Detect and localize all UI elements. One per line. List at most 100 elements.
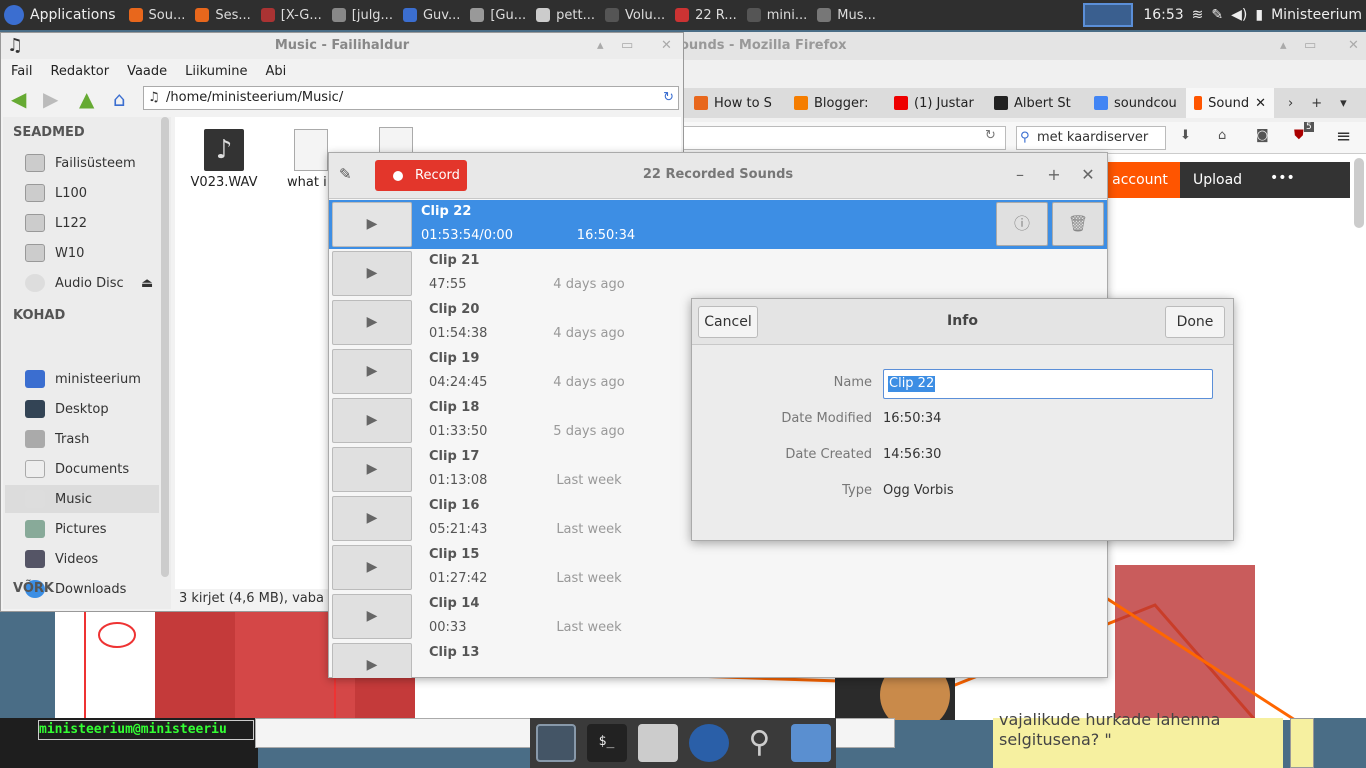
cancel-button[interactable]: Cancel xyxy=(698,306,758,338)
menu-item[interactable]: Abi xyxy=(266,64,287,79)
desktop-icon[interactable] xyxy=(535,724,576,762)
close-icon[interactable]: ✕ xyxy=(1078,165,1098,185)
new-tab-icon[interactable]: + xyxy=(1311,96,1322,111)
sidebar-item-device[interactable]: W10 xyxy=(5,239,159,267)
browser-tab[interactable]: Blogger: xyxy=(786,88,886,118)
maximize-icon[interactable]: ▭ xyxy=(621,33,633,59)
sticky-note[interactable]: vajalikude hurkade lahenna selgitusena? … xyxy=(993,710,1283,768)
account-button[interactable]: account xyxy=(1100,162,1180,198)
browser-tab[interactable]: How to S xyxy=(686,88,786,118)
play-button[interactable]: ▶ xyxy=(332,202,412,247)
taskbar-button[interactable]: 22 R... xyxy=(670,0,742,30)
play-button[interactable]: ▶ xyxy=(332,496,412,541)
reload-icon[interactable]: ↻ xyxy=(663,87,674,109)
home-folder-icon[interactable] xyxy=(637,724,678,762)
minimize-icon[interactable]: ▴ xyxy=(1280,32,1287,60)
battery-icon[interactable]: ▮ xyxy=(1255,7,1263,23)
file-item[interactable]: ♪ V023.WAV xyxy=(189,129,259,190)
more-icon[interactable]: ••• xyxy=(1270,170,1295,186)
play-button[interactable]: ▶ xyxy=(332,643,412,678)
upload-link[interactable]: Upload xyxy=(1193,172,1242,188)
ublock-icon[interactable]: ⛊ xyxy=(1294,128,1304,143)
browser-tab[interactable]: (1) Justar xyxy=(886,88,986,118)
search-icon[interactable]: ⚲ xyxy=(740,724,780,762)
back-icon[interactable]: ◀ xyxy=(11,87,26,111)
pocket-icon[interactable]: ◙ xyxy=(1256,128,1269,143)
close-tab-icon[interactable]: ✕ xyxy=(1255,96,1266,111)
taskbar-button[interactable]: pett... xyxy=(531,0,600,30)
firefox-scrollbar[interactable] xyxy=(1354,158,1364,228)
info-button[interactable]: ⓘ xyxy=(996,202,1048,246)
reload-icon[interactable]: ↻ xyxy=(985,128,996,143)
clip-row[interactable]: ▶ Clip 13 xyxy=(329,641,1107,678)
minimize-icon[interactable]: ▴ xyxy=(597,33,604,59)
taskbar-button[interactable]: Volu... xyxy=(600,0,670,30)
home-icon[interactable]: ⌂ xyxy=(113,87,126,111)
sidebar-item-place[interactable]: ministeerium xyxy=(5,365,159,393)
close-icon[interactable]: ✕ xyxy=(1348,32,1359,60)
sidebar-item-place[interactable]: Videos xyxy=(5,545,159,573)
up-icon[interactable]: ▲ xyxy=(79,87,94,111)
sidebar-item-device[interactable]: Audio Disc ⏏ xyxy=(5,269,159,297)
volume-icon[interactable]: ◀) xyxy=(1231,7,1247,23)
browser-tab[interactable]: Sound ✕ xyxy=(1186,88,1274,118)
sidebar-item-device[interactable]: Failisüsteem xyxy=(5,149,159,177)
clip-row[interactable]: ▶ Clip 15 01:27:42 Last week xyxy=(329,543,1107,592)
maximize-icon[interactable]: + xyxy=(1044,165,1064,185)
sidebar-item-place[interactable]: Pictures xyxy=(5,515,159,543)
download-icon[interactable]: ⬇ xyxy=(1180,128,1191,143)
sidebar-item-place[interactable]: Desktop xyxy=(5,395,159,423)
menu-item[interactable]: Fail xyxy=(11,64,32,79)
scroll-tabs-icon[interactable]: › xyxy=(1288,96,1293,111)
user-menu[interactable]: Ministeerium xyxy=(1271,7,1362,23)
done-button[interactable]: Done xyxy=(1165,306,1225,338)
taskbar-button[interactable]: Sou... xyxy=(124,0,191,30)
browser-tab[interactable]: Albert St xyxy=(986,88,1086,118)
terminal-icon[interactable]: $_ xyxy=(586,724,627,762)
note-scrollbar[interactable] xyxy=(1290,718,1314,768)
play-button[interactable]: ▶ xyxy=(332,594,412,639)
play-button[interactable]: ▶ xyxy=(332,349,412,394)
taskbar-button[interactable]: Guv... xyxy=(398,0,465,30)
record-button[interactable]: Record xyxy=(375,160,467,191)
play-button[interactable]: ▶ xyxy=(332,398,412,443)
files-folder-icon[interactable] xyxy=(790,724,831,762)
web-browser-icon[interactable] xyxy=(688,724,729,762)
menu-item[interactable]: Vaade xyxy=(127,64,167,79)
applications-menu[interactable]: Applications xyxy=(0,0,124,30)
sidebar-item-place[interactable]: Trash xyxy=(5,425,159,453)
delete-button[interactable]: 🗑 xyxy=(1052,202,1104,246)
taskbar-button[interactable]: Ses... xyxy=(190,0,255,30)
path-bar[interactable]: ♫ /home/ministeerium/Music/ ↻ xyxy=(143,86,679,110)
menu-item[interactable]: Redaktor xyxy=(50,64,109,79)
play-button[interactable]: ▶ xyxy=(332,447,412,492)
workspace-switcher[interactable] xyxy=(1083,3,1134,27)
tab-list-icon[interactable]: ▾ xyxy=(1340,96,1347,111)
sidebar-item-place[interactable]: Music xyxy=(5,485,159,513)
forward-icon[interactable]: ▶ xyxy=(43,87,58,111)
home-icon[interactable]: ⌂ xyxy=(1218,128,1226,143)
taskbar-button[interactable]: [Gu... xyxy=(465,0,531,30)
sidebar-item-device[interactable]: L122 xyxy=(5,209,159,237)
eject-icon[interactable]: ⏏ xyxy=(141,276,153,291)
play-button[interactable]: ▶ xyxy=(332,300,412,345)
search-bar[interactable]: ⚲ met kaardiserver xyxy=(1016,126,1166,150)
clock[interactable]: 16:53 xyxy=(1143,7,1183,23)
sidebar-item-place[interactable]: Documents xyxy=(5,455,159,483)
play-button[interactable]: ▶ xyxy=(332,545,412,590)
taskbar-button[interactable]: [julg... xyxy=(327,0,398,30)
taskbar-button[interactable]: Mus... xyxy=(812,0,881,30)
notes-icon[interactable]: ✎ xyxy=(1211,7,1223,23)
menu-item[interactable]: Liikumine xyxy=(185,64,247,79)
taskbar-button[interactable]: [X-G... xyxy=(256,0,327,30)
sidebar-scrollbar[interactable] xyxy=(161,117,169,577)
maximize-icon[interactable]: ▭ xyxy=(1304,32,1316,60)
menu-icon[interactable]: ≡ xyxy=(1336,126,1351,147)
magic-wand-icon[interactable]: ✎ xyxy=(339,165,352,183)
minimize-icon[interactable]: – xyxy=(1010,165,1030,185)
sidebar-item-device[interactable]: L100 xyxy=(5,179,159,207)
clip-row[interactable]: ▶ Clip 21 47:55 4 days ago xyxy=(329,249,1107,298)
clip-row[interactable]: ▶ Clip 14 00:33 Last week xyxy=(329,592,1107,641)
close-icon[interactable]: ✕ xyxy=(661,33,672,59)
taskbar-button[interactable]: mini... xyxy=(742,0,813,30)
